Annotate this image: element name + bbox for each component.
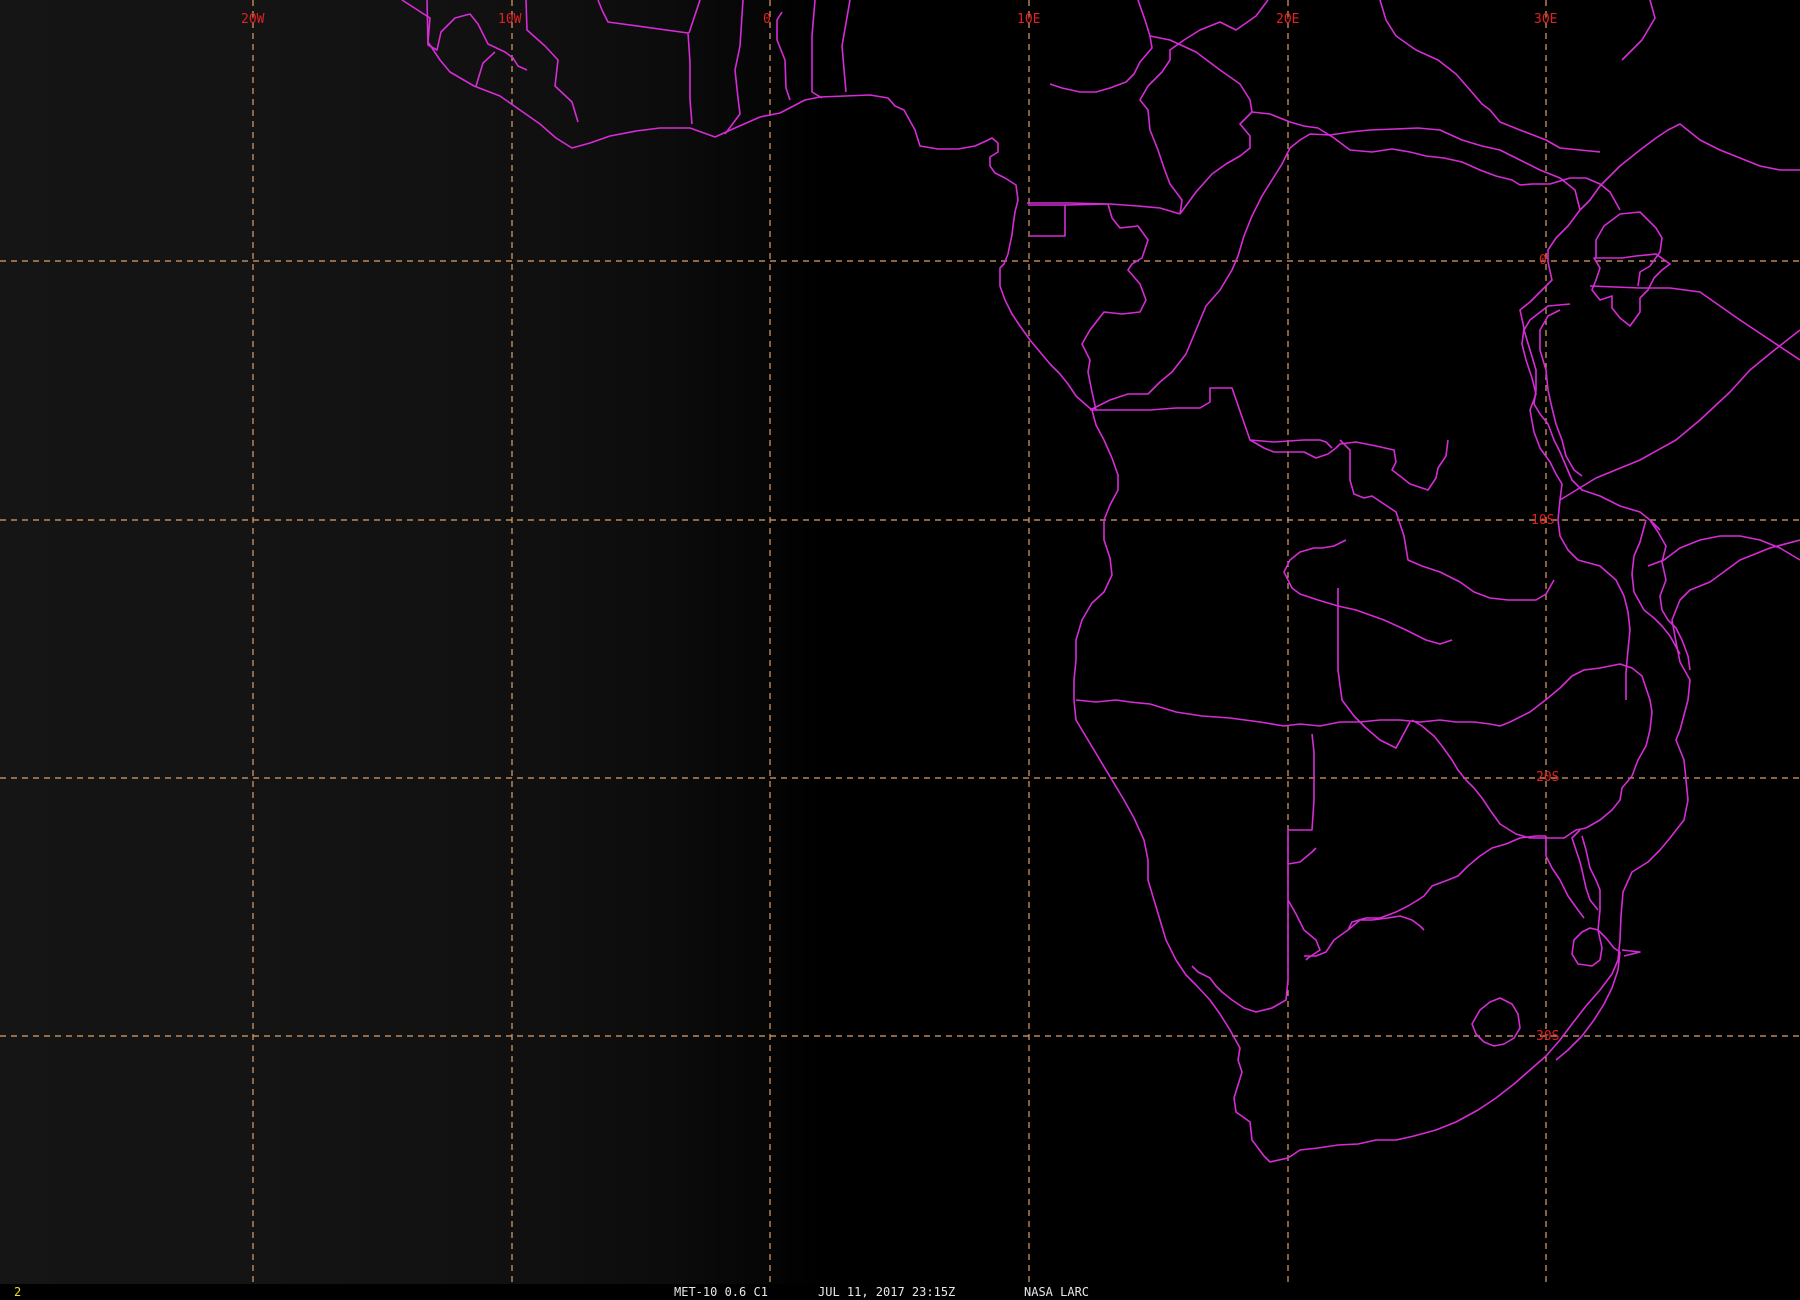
political-borders [401, 0, 1800, 1163]
botswana-namibia-borders [1191, 588, 1411, 1013]
mozambique-borders [1557, 519, 1800, 731]
zambia-drc-borders [1092, 387, 1555, 645]
lat-label-30s: 30S [1536, 1029, 1559, 1044]
lat-label-20s: 20S [1536, 770, 1559, 785]
great-lakes-drc-border [1523, 303, 1661, 531]
status-bar: 2 MET-10 0.6 C1 JUL 11, 2017 23:15Z NASA… [0, 1284, 1800, 1300]
lat-label-0: 0 [1539, 253, 1547, 268]
timestamp-label: JUL 11, 2017 23:15Z [818, 1285, 956, 1299]
lon-label-10w: 10W [498, 12, 522, 27]
angola-namibia-south-africa-coastline [1073, 409, 1689, 1163]
lon-label-0: 0 [763, 12, 771, 27]
south-africa-zimbabwe-borders [1304, 829, 1621, 957]
graticule-labels: 20W 10W 0 10E 20E 30E 0 10S 20S 30S [241, 12, 1559, 1044]
organization-label: NASA LARC [1024, 1285, 1090, 1299]
lon-label-30e: 30E [1534, 12, 1557, 27]
lon-label-20w: 20W [241, 12, 265, 27]
satellite-channel-label: MET-10 0.6 C1 [674, 1285, 768, 1299]
lon-label-20e: 20E [1276, 12, 1299, 27]
graticule [0, 0, 1800, 1284]
lake-victoria-outline [1591, 253, 1671, 327]
east-africa-borders [1519, 123, 1800, 521]
lat-label-10s: 10S [1531, 513, 1554, 528]
southern-africa-interior-borders [1075, 663, 1653, 839]
map-overlay: 20W 10W 0 10E 20E 30E 0 10S 20S 30S [0, 0, 1800, 1284]
coast-east-cape [1555, 951, 1621, 1061]
lon-label-10e: 10E [1017, 12, 1040, 27]
frame-number: 2 [14, 1285, 22, 1299]
west-africa-interior-borders [426, 0, 851, 135]
gabon-congo-borders [1027, 127, 1581, 411]
west-africa-coastline [401, 0, 999, 150]
central-west-coastline [989, 143, 1093, 411]
